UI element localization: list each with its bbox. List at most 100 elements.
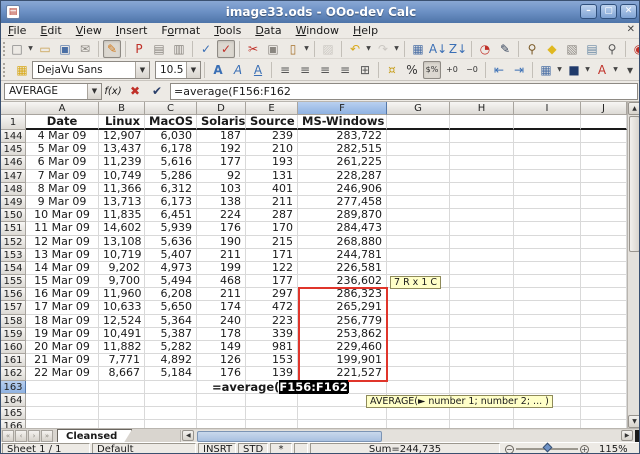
font-color-button[interactable]: A	[593, 61, 611, 79]
cell[interactable]	[387, 130, 450, 143]
font-name-select[interactable]: DejaVu Sans ▼	[32, 61, 150, 79]
cell[interactable]: 211	[246, 196, 298, 209]
cell[interactable]: 284,473	[298, 222, 387, 235]
cell[interactable]	[514, 301, 581, 314]
row-header-152[interactable]: 152	[1, 236, 26, 249]
cell[interactable]	[450, 420, 514, 428]
underline-button[interactable]: A	[249, 61, 267, 79]
cell[interactable]	[514, 288, 581, 301]
cell[interactable]: 6,178	[145, 143, 197, 156]
cell[interactable]	[514, 130, 581, 143]
row-header-153[interactable]: 153	[1, 249, 26, 262]
cell[interactable]	[197, 420, 246, 428]
cell[interactable]: 236,602	[298, 275, 387, 288]
cell[interactable]	[246, 420, 298, 428]
cell[interactable]: 981	[246, 341, 298, 354]
cell[interactable]	[581, 143, 627, 156]
cell[interactable]	[514, 262, 581, 275]
cell[interactable]	[387, 301, 450, 314]
menu-window[interactable]: Window	[289, 23, 346, 38]
cell[interactable]: 5,364	[145, 315, 197, 328]
cell[interactable]: 9,700	[99, 275, 145, 288]
column-header-F[interactable]: F	[298, 102, 387, 115]
cell[interactable]: 187	[197, 130, 246, 143]
toolbar-grip[interactable]	[3, 63, 10, 77]
cell[interactable]: 244,781	[298, 249, 387, 262]
cell[interactable]: 170	[246, 222, 298, 235]
row-header-165[interactable]: 165	[1, 407, 26, 420]
horizontal-scrollbar[interactable]: ◀ ▶	[180, 430, 640, 442]
cell[interactable]	[387, 341, 450, 354]
row-header-151[interactable]: 151	[1, 222, 26, 235]
cell[interactable]	[450, 130, 514, 143]
cell[interactable]	[514, 341, 581, 354]
column-header-A[interactable]: A	[26, 102, 99, 115]
row-header-164[interactable]: 164	[1, 394, 26, 407]
cell[interactable]	[387, 367, 450, 380]
cell[interactable]	[145, 381, 197, 394]
font-size-select[interactable]: 10.5 ▼	[155, 61, 201, 79]
cell[interactable]	[581, 367, 627, 380]
cell[interactable]	[387, 209, 450, 222]
cell[interactable]	[581, 209, 627, 222]
cell[interactable]: 10,491	[99, 328, 145, 341]
zoom-out-icon[interactable]: −	[505, 445, 514, 454]
cell[interactable]	[514, 156, 581, 169]
cell[interactable]: 177	[246, 275, 298, 288]
cell[interactable]: 149	[197, 341, 246, 354]
cell[interactable]: 9 Mar 09	[26, 196, 99, 209]
chevron-down-icon[interactable]: ▼	[393, 45, 400, 52]
cell[interactable]	[450, 236, 514, 249]
chevron-down-icon[interactable]: ▼	[612, 66, 619, 73]
cell[interactable]	[450, 381, 514, 394]
cell[interactable]: 5,636	[145, 236, 197, 249]
row-header-150[interactable]: 150	[1, 209, 26, 222]
last-sheet-icon[interactable]: »	[41, 430, 53, 442]
zoom-slider[interactable]: − +	[501, 443, 593, 454]
cell[interactable]: 12,524	[99, 315, 145, 328]
cell[interactable]: 11,882	[99, 341, 145, 354]
cell[interactable]: 4 Mar 09	[26, 130, 99, 143]
cell[interactable]	[514, 381, 581, 394]
cell[interactable]	[387, 170, 450, 183]
cell[interactable]	[145, 394, 197, 407]
cell[interactable]: 4,892	[145, 354, 197, 367]
cell[interactable]	[387, 143, 450, 156]
align-left-button[interactable]: ≡	[276, 61, 294, 79]
chevron-down-icon[interactable]: ▼	[87, 84, 101, 99]
cell[interactable]: 289,870	[298, 209, 387, 222]
cell[interactable]	[514, 236, 581, 249]
cell[interactable]: 287	[246, 209, 298, 222]
borders-button[interactable]: ▦	[537, 61, 555, 79]
cell[interactable]	[581, 262, 627, 275]
cell[interactable]: 5,407	[145, 249, 197, 262]
gallery-button[interactable]: ▧	[563, 40, 581, 58]
column-header-J[interactable]: J	[581, 102, 627, 115]
cell[interactable]: 286,323	[298, 288, 387, 301]
cell[interactable]: 9,202	[99, 262, 145, 275]
cell[interactable]: 199	[197, 262, 246, 275]
scroll-up-icon[interactable]: ▲	[628, 102, 640, 115]
cell[interactable]: 6,173	[145, 196, 197, 209]
align-justify-button[interactable]: ≡	[336, 61, 354, 79]
help-button[interactable]: ◉	[630, 40, 640, 58]
cell[interactable]	[514, 249, 581, 262]
cell[interactable]	[387, 288, 450, 301]
cell[interactable]: 139	[246, 367, 298, 380]
cell[interactable]: 268,880	[298, 236, 387, 249]
bold-button[interactable]: A	[209, 61, 227, 79]
cell[interactable]	[387, 236, 450, 249]
cell[interactable]: 176	[197, 367, 246, 380]
page-preview-button[interactable]: ▥	[170, 40, 188, 58]
header-cell[interactable]: Source	[246, 115, 298, 130]
cell[interactable]: 224	[197, 209, 246, 222]
chevron-down-icon[interactable]: ▼	[303, 45, 310, 52]
cell[interactable]	[514, 354, 581, 367]
formula-input[interactable]: =average(F156:F162	[170, 83, 638, 100]
spreadsheet-grid[interactable]: ABCDEFGHIJ1DateLinuxMacOSSolarisSourceMS…	[1, 102, 640, 428]
cell[interactable]	[450, 143, 514, 156]
sidebar-grid-icon[interactable]: ▦	[13, 61, 31, 79]
menu-tools[interactable]: Tools	[207, 23, 248, 38]
cell[interactable]	[581, 156, 627, 169]
align-center-button[interactable]: ≡	[296, 61, 314, 79]
